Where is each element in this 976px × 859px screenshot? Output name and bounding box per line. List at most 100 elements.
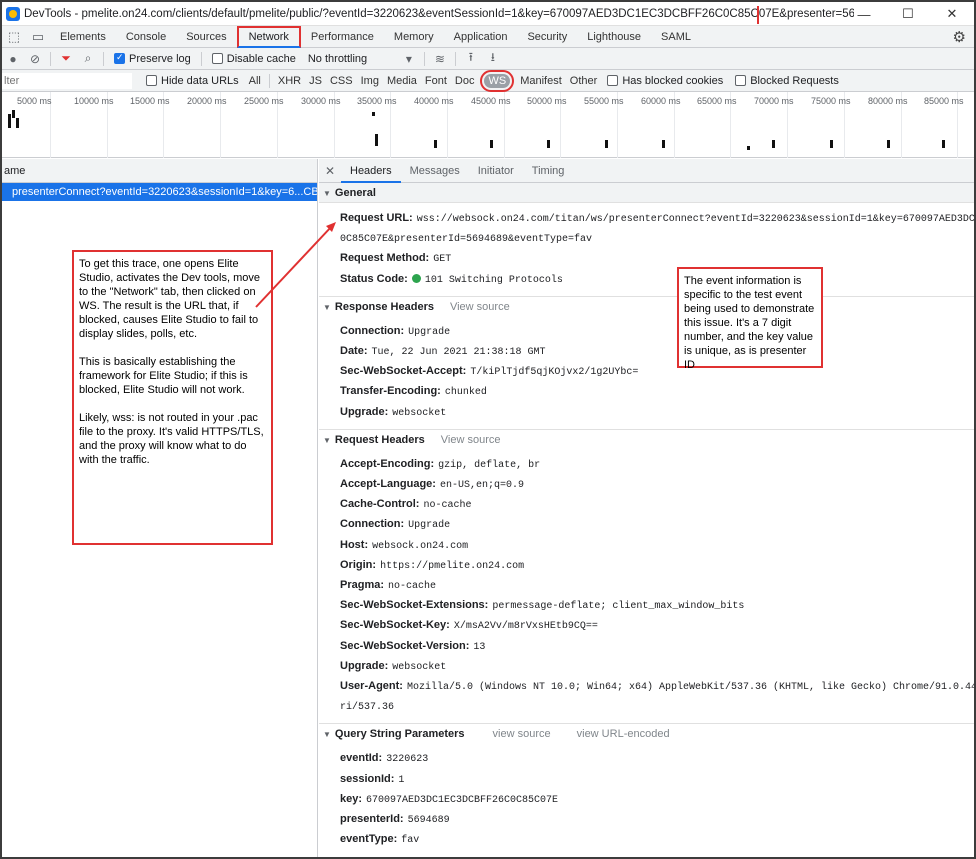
filter-icon[interactable]: ⏷ bbox=[55, 51, 77, 66]
request-header-key: Cache-Control: bbox=[340, 498, 420, 511]
filter-type-js[interactable]: JS bbox=[305, 75, 326, 87]
filter-type-manifest[interactable]: Manifest bbox=[516, 75, 566, 87]
request-header-row: Accept-Language: en-US,en;q=0.9 bbox=[319, 475, 974, 495]
tab-timing[interactable]: Timing bbox=[523, 159, 574, 183]
tab-initiator[interactable]: Initiator bbox=[469, 159, 523, 183]
toolbar-divider bbox=[103, 51, 104, 66]
tab-memory[interactable]: Memory bbox=[384, 26, 444, 48]
filter-type-img[interactable]: Img bbox=[357, 75, 383, 87]
settings-gear-icon[interactable]: ⚙ bbox=[953, 28, 966, 46]
tab-lighthouse[interactable]: Lighthouse bbox=[577, 26, 651, 48]
request-headers-title: Request Headers bbox=[334, 433, 425, 446]
timeline-overview[interactable]: 5000 ms 10000 ms 15000 ms 20000 ms 25000 ms 3… bbox=[2, 92, 974, 158]
window-controls: — ☐ ✕ bbox=[842, 2, 974, 26]
query-view-source-link[interactable]: view source bbox=[493, 728, 551, 740]
view-url-encoded-link[interactable]: view URL-encoded bbox=[577, 728, 670, 740]
request-header-key: Accept-Encoding: bbox=[340, 457, 435, 470]
request-header-value: en-US,en;q=0.9 bbox=[439, 480, 524, 492]
expand-triangle-icon: ▼ bbox=[323, 189, 331, 198]
record-icon[interactable]: ● bbox=[2, 52, 24, 66]
filter-type-css[interactable]: CSS bbox=[326, 75, 357, 87]
blocked-requests-checkbox[interactable]: Blocked Requests bbox=[735, 75, 839, 87]
minimize-button[interactable]: — bbox=[842, 2, 886, 26]
toolbar-divider bbox=[50, 51, 51, 66]
hide-data-urls-checkbox[interactable]: Hide data URLs bbox=[146, 75, 239, 87]
export-har-icon[interactable]: ⭳ bbox=[482, 48, 504, 69]
tab-network[interactable]: Network bbox=[236, 25, 301, 48]
response-header-key: Upgrade: bbox=[340, 405, 389, 418]
preserve-log-checkbox[interactable]: Preserve log bbox=[114, 52, 191, 65]
import-har-icon[interactable]: ⭱ bbox=[460, 48, 482, 69]
response-header-key: Date: bbox=[340, 345, 368, 358]
expand-triangle-icon: ▼ bbox=[323, 435, 331, 445]
chevron-down-icon[interactable]: ▾ bbox=[398, 52, 420, 66]
timeline-tick-label: 35000 ms bbox=[357, 96, 397, 106]
request-header-key: Accept-Language: bbox=[340, 478, 436, 491]
request-header-key: Sec-WebSocket-Version: bbox=[340, 639, 470, 652]
tab-console[interactable]: Console bbox=[116, 26, 176, 48]
timeline-request-mark bbox=[547, 140, 550, 148]
name-column-header[interactable]: ame bbox=[2, 159, 317, 183]
filter-type-other[interactable]: Other bbox=[566, 75, 602, 87]
filter-type-ws[interactable]: WS bbox=[480, 69, 515, 92]
response-header-key: Connection: bbox=[340, 324, 405, 337]
tab-performance[interactable]: Performance bbox=[301, 26, 384, 48]
filter-type-media[interactable]: Media bbox=[383, 75, 421, 87]
timeline-tick-label: 20000 ms bbox=[187, 96, 227, 106]
request-view-source-link[interactable]: View source bbox=[441, 434, 501, 446]
tab-messages[interactable]: Messages bbox=[401, 159, 469, 183]
request-header-row: Cache-Control: no-cache bbox=[319, 495, 974, 515]
tab-application[interactable]: Application bbox=[444, 26, 518, 48]
tab-saml[interactable]: SAML bbox=[651, 26, 701, 48]
tab-elements[interactable]: Elements bbox=[50, 26, 116, 48]
devtools-tabs: ⬚ ▭ Elements Console Sources Network Per… bbox=[2, 25, 974, 48]
response-headers-section-header[interactable]: ▼ Response Headers View source bbox=[319, 295, 974, 316]
request-header-key: Connection: bbox=[340, 518, 405, 531]
status-ok-icon bbox=[411, 273, 421, 283]
request-header-value: no-cache bbox=[388, 581, 437, 593]
throttling-select[interactable]: No throttling bbox=[308, 53, 398, 65]
checkbox-unchecked-icon bbox=[607, 75, 619, 86]
query-params-title: Query String Parameters bbox=[334, 728, 465, 741]
request-headers-section-header[interactable]: ▼ Request Headers View source bbox=[319, 428, 974, 449]
filter-type-all[interactable]: All bbox=[245, 75, 265, 87]
general-section-header[interactable]: ▼ General bbox=[319, 183, 974, 203]
status-code-value: 101 Switching Protocols bbox=[424, 274, 563, 286]
has-blocked-cookies-checkbox[interactable]: Has blocked cookies bbox=[607, 75, 723, 87]
disable-cache-checkbox[interactable]: Disable cache bbox=[211, 53, 296, 65]
filter-input[interactable] bbox=[2, 72, 132, 89]
response-header-key: Sec-WebSocket-Accept: bbox=[340, 365, 467, 378]
close-details-icon[interactable]: ✕ bbox=[319, 164, 341, 178]
response-view-source-link[interactable]: View source bbox=[450, 301, 510, 313]
timeline-tick-label: 65000 ms bbox=[697, 96, 737, 106]
status-code-key: Status Code: bbox=[340, 272, 408, 285]
inspect-element-icon[interactable]: ⬚ bbox=[2, 29, 26, 45]
timeline-tick-label: 70000 ms bbox=[754, 96, 794, 106]
filter-type-font[interactable]: Font bbox=[421, 75, 451, 87]
device-toolbar-icon[interactable]: ▭ bbox=[26, 29, 50, 45]
filter-type-doc[interactable]: Doc bbox=[451, 75, 479, 87]
response-header-row: Transfer-Encoding: chunked bbox=[319, 382, 974, 402]
network-conditions-icon[interactable]: ≋ bbox=[429, 52, 451, 66]
clear-icon[interactable]: ⊘ bbox=[24, 52, 46, 66]
response-header-row: Date: Tue, 22 Jun 2021 21:38:18 GMT bbox=[319, 342, 974, 362]
tab-sources[interactable]: Sources bbox=[176, 26, 236, 48]
query-param-value: 1 bbox=[398, 774, 405, 786]
query-params-section-header[interactable]: ▼ Query String Parameters view source view … bbox=[319, 723, 974, 743]
filter-type-xhr[interactable]: XHR bbox=[274, 75, 305, 87]
maximize-button[interactable]: ☐ bbox=[886, 2, 930, 26]
response-header-value: websocket bbox=[392, 407, 447, 419]
expand-triangle-icon: ▼ bbox=[323, 730, 331, 740]
close-button[interactable]: ✕ bbox=[930, 2, 974, 26]
query-param-key: sessionId: bbox=[340, 772, 395, 785]
annotation-left-note: To get this trace, one opens Elite Studi… bbox=[72, 250, 273, 545]
request-row[interactable]: presenterConnect?eventId=3220623&session… bbox=[2, 183, 317, 201]
query-param-row: presenterId: 5694689 bbox=[319, 810, 974, 830]
request-method-row: Request Method: GET bbox=[319, 249, 974, 269]
timeline-request-mark bbox=[12, 110, 15, 118]
tab-security[interactable]: Security bbox=[517, 26, 577, 48]
tab-headers[interactable]: Headers bbox=[341, 159, 401, 183]
request-header-row: Host: websock.on24.com bbox=[319, 536, 974, 556]
search-icon[interactable]: ⌕ bbox=[77, 51, 99, 66]
response-header-value: Upgrade bbox=[408, 326, 451, 338]
